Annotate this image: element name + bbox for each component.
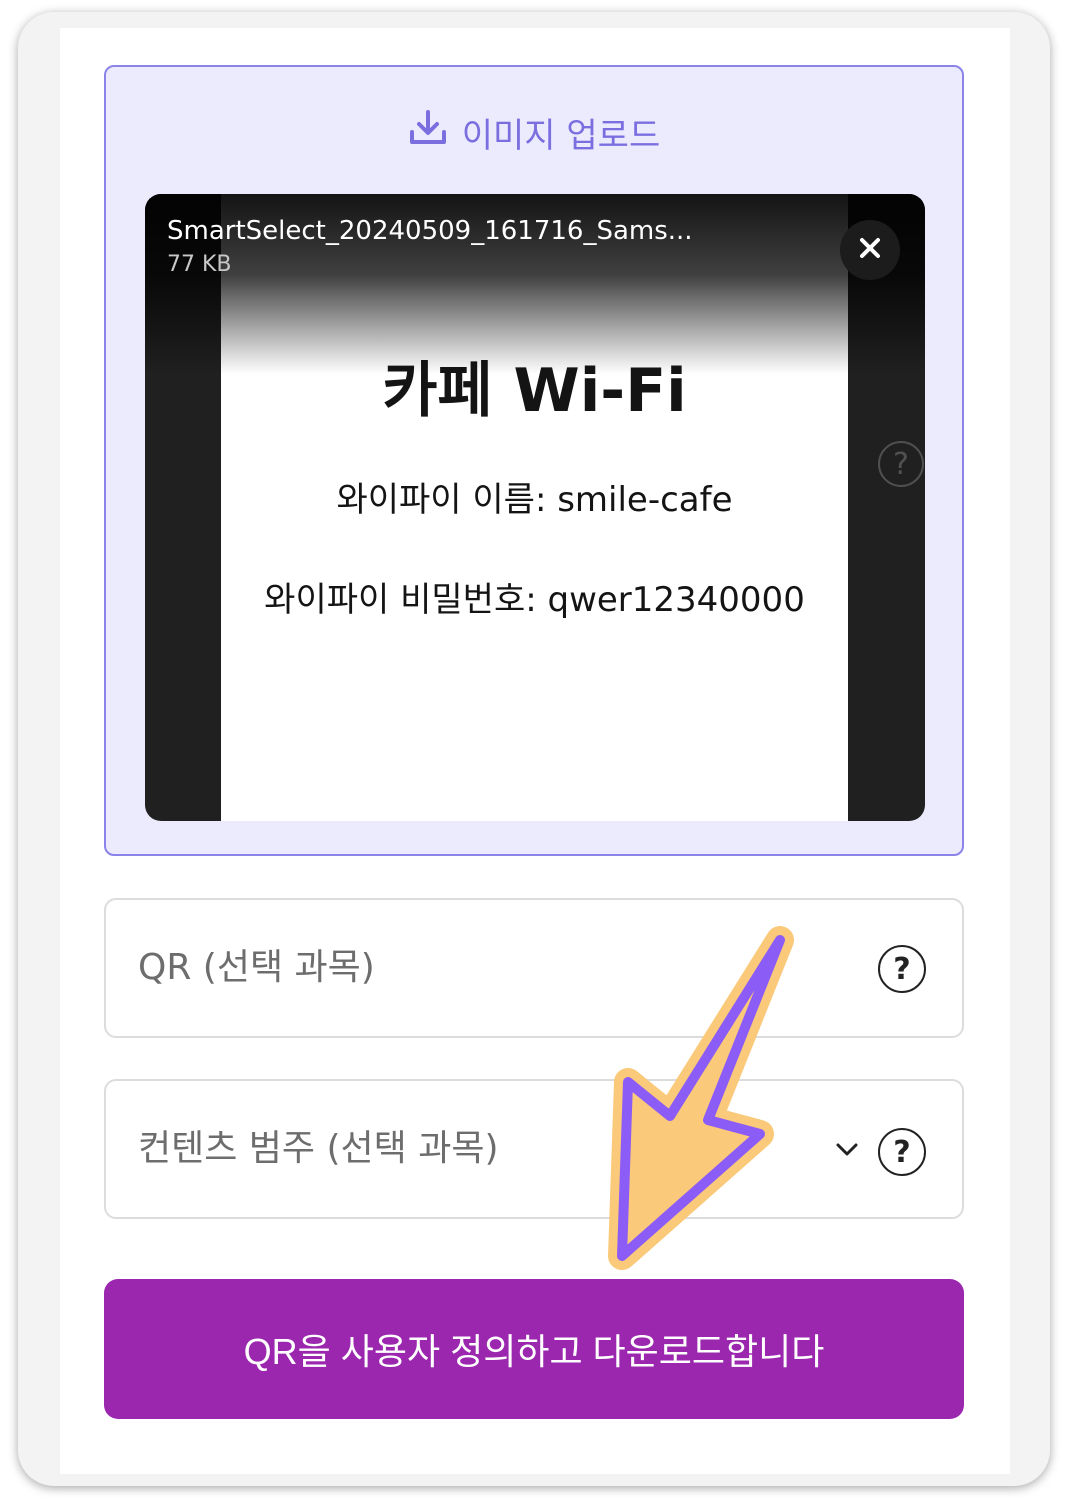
chevron-down-icon[interactable]: [832, 1135, 862, 1165]
upload-label: 이미지 업로드: [461, 115, 661, 156]
photo-wifi-name: 와이파이 이름: smile-cafe: [336, 480, 733, 520]
image-preview: 카페 Wi-Fi 와이파이 이름: smile-cafe 와이파이 비밀번호: …: [145, 194, 925, 821]
qr-field-label: QR (선택 과목): [138, 947, 375, 988]
submit-label: QR을 사용자 정의하고 다운로드합니다: [243, 1331, 825, 1372]
qr-input-field[interactable]: QR (선택 과목) ?: [104, 898, 964, 1038]
file-size: 77 KB: [167, 252, 232, 277]
help-glyph: ?: [893, 951, 911, 987]
remove-file-button[interactable]: [840, 220, 900, 280]
help-icon[interactable]: ?: [878, 1128, 926, 1176]
download-icon: [408, 108, 448, 157]
content-category-select[interactable]: 컨텐츠 범주 (선택 과목) ?: [104, 1079, 964, 1219]
category-field-label: 컨텐츠 범주 (선택 과목): [138, 1128, 499, 1169]
close-icon: [858, 236, 882, 264]
help-icon[interactable]: ?: [878, 945, 926, 993]
upload-header[interactable]: 이미지 업로드: [106, 107, 962, 157]
customize-download-button[interactable]: QR을 사용자 정의하고 다운로드합니다: [104, 1279, 964, 1419]
question-icon: ?: [878, 441, 924, 487]
file-name: SmartSelect_20240509_161716_Sams...: [167, 216, 693, 246]
help-glyph: ?: [893, 1134, 911, 1170]
help-glyph: ?: [893, 446, 909, 482]
photo-wifi-password: 와이파이 비밀번호: qwer12340000: [264, 580, 805, 620]
